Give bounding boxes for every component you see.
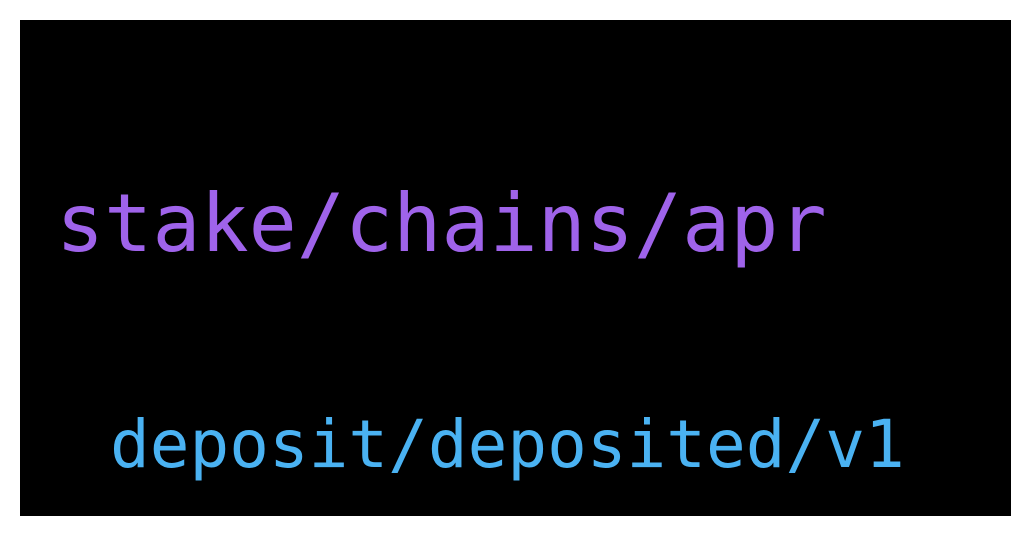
black-canvas: stake/chains/apr deposit/deposited/v1: [20, 20, 1011, 516]
path-text-deposit-deposited-v1: deposit/deposited/v1: [110, 406, 905, 483]
path-text-stake-chains-apr: stake/chains/apr: [56, 177, 827, 270]
